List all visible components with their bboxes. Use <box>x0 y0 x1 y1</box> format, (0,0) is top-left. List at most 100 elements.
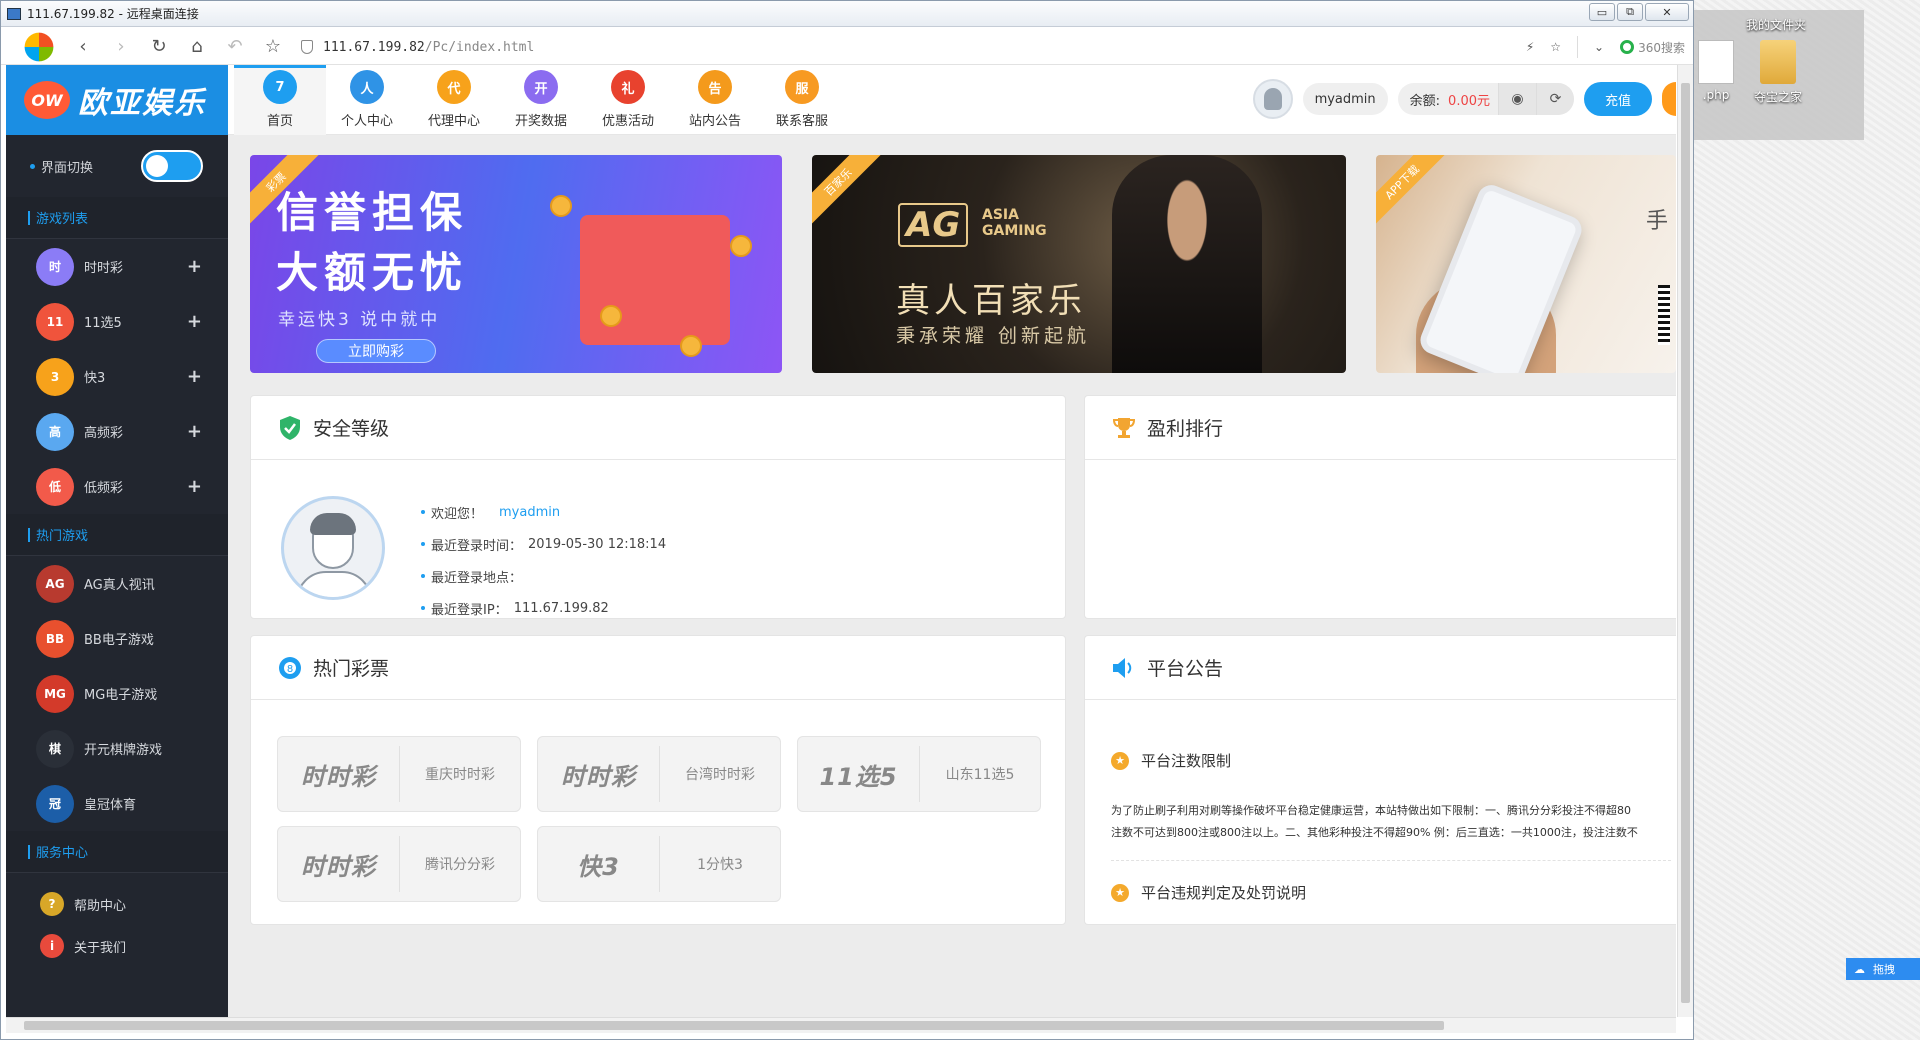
balance-pill: 余额: 0.00元 ◉ ⟳ <box>1397 83 1574 115</box>
sidebar-item[interactable]: 低低频彩 + <box>6 459 228 514</box>
lottery-logo: 快3 <box>538 836 660 892</box>
sidebar-item[interactable]: 棋开元棋牌游戏 <box>6 721 228 776</box>
address-bar[interactable]: 111.67.199.82/Pc/index.html <box>301 29 534 65</box>
sidebar-item-label: AG真人视讯 <box>84 578 155 593</box>
lottery-tile[interactable]: 快3 1分快3 <box>537 826 781 902</box>
sidebar-item[interactable]: 3 快3 + <box>6 349 228 404</box>
search-engine-button[interactable]: 360搜索 <box>1620 39 1685 56</box>
nav-tab[interactable]: 代代理中心 <box>408 65 500 135</box>
nav-tab[interactable]: 服联系客服 <box>756 65 848 135</box>
banner-headline: 信誉担保 <box>276 188 469 237</box>
sidebar-item[interactable]: i 关于我们 <box>6 925 228 967</box>
sidebar-item[interactable]: 冠皇冠体育 <box>6 776 228 831</box>
recharge-button[interactable]: 充值 <box>1584 82 1652 116</box>
game-icon: 棋 <box>36 729 74 768</box>
sidebar-item[interactable]: BB BB电子游戏 <box>6 611 228 666</box>
minimize-button[interactable]: ▭ <box>1589 3 1615 21</box>
sidebar-item[interactable]: MG MG电子游戏 <box>6 666 228 721</box>
balance-value: 0.00元 <box>1448 93 1490 109</box>
buy-lottery-button[interactable]: 立即购彩 <box>316 339 436 363</box>
chevron-down-icon[interactable]: ⌄ <box>1594 40 1604 54</box>
close-button[interactable]: ✕ <box>1645 3 1689 21</box>
expand-plus-icon[interactable]: + <box>187 421 202 442</box>
bookmark-star-icon[interactable]: ☆ <box>1550 40 1561 54</box>
nav-tab-label: 站内公告 <box>688 114 741 129</box>
expand-plus-icon[interactable]: + <box>187 311 202 332</box>
site-logo[interactable]: OW 欧亚娱乐 <box>6 65 228 135</box>
eye-icon[interactable]: ◉ <box>1498 83 1536 115</box>
sidebar-item-label: 皇冠体育 <box>84 798 137 813</box>
panel-header: 平台公告 <box>1085 636 1676 700</box>
avatar[interactable] <box>1252 79 1293 119</box>
banner-app-download[interactable]: 手 APP下载 <box>1376 155 1676 373</box>
last-login-ip-value: 111.67.199.82 <box>513 600 609 616</box>
nav-tab[interactable]: 礼优惠活动 <box>582 65 674 135</box>
folder-icon <box>1760 40 1796 84</box>
expand-plus-icon[interactable]: + <box>187 366 202 387</box>
home-icon[interactable]: ⌂ <box>185 35 209 59</box>
lightning-icon[interactable]: ⚡ <box>1526 40 1534 54</box>
rdp-title-bar[interactable]: 111.67.199.82 - 远程桌面连接 ▭ ⧉ ✕ <box>1 1 1693 27</box>
banner-baccarat[interactable]: AG ASIA GAMING 真人百家乐 秉承荣耀 创新起航 百家乐 <box>812 155 1346 373</box>
baidu-drag-button[interactable]: ☁ 拖拽 <box>1846 958 1920 980</box>
user-avatar-large <box>281 496 385 600</box>
desktop-icon-folder[interactable]: 夺宝之家 <box>1752 40 1804 105</box>
banner-lottery[interactable]: 信誉担保 大额无忧 幸运快3 说中就中 立即购彩 彩票 <box>250 155 782 373</box>
star-icon: ★ <box>1111 883 1129 902</box>
vertical-scrollbar[interactable] <box>1677 65 1693 1017</box>
forward-icon[interactable]: › <box>109 35 133 59</box>
refresh-balance-icon[interactable]: ⟳ <box>1536 83 1574 115</box>
nav-tab[interactable]: 7 首页 <box>234 65 326 135</box>
lottery-tile[interactable]: 11选5 山东11选5 <box>797 736 1041 812</box>
panel-header: 安全等级 <box>251 396 1065 460</box>
star-icon: ★ <box>1111 751 1129 770</box>
lottery-tile[interactable]: 时时彩 重庆时时彩 <box>277 736 521 812</box>
lottery-tile[interactable]: 时时彩 腾讯分分彩 <box>277 826 521 902</box>
game-icon: BB <box>36 619 74 658</box>
interface-switch-toggle[interactable] <box>141 150 204 182</box>
sidebar-item-label: 11选5 <box>84 316 122 331</box>
back-icon[interactable]: ‹ <box>71 35 95 59</box>
sidebar-item[interactable]: 11 11选5 + <box>6 294 228 349</box>
restore-button[interactable]: ⧉ <box>1617 3 1643 21</box>
notice-item-violation[interactable]: ★ 平台违规判定及处罚说明 <box>1111 882 1306 903</box>
section-game-list: 游戏列表 <box>6 197 228 239</box>
360-search-icon <box>1620 40 1635 54</box>
favorite-star-icon[interactable]: ☆ <box>261 35 285 59</box>
nav-tab[interactable]: 人个人中心 <box>321 65 413 135</box>
nav-tab[interactable]: 告站内公告 <box>669 65 761 135</box>
withdraw-button-edge[interactable] <box>1662 82 1676 116</box>
panel-header: 盈利排行 <box>1085 396 1676 460</box>
lottery-tile[interactable]: 时时彩 台湾时时彩 <box>537 736 781 812</box>
panel-header: 8 热门彩票 <box>251 636 1065 700</box>
user-area: myadmin 余额: 0.00元 ◉ ⟳ 充值 <box>1252 79 1676 119</box>
sidebar-item[interactable]: 时时时彩 + <box>6 239 228 294</box>
nav-tab[interactable]: 开开奖数据 <box>495 65 587 135</box>
sidebar-item[interactable]: AG AG真人视讯 <box>6 556 228 611</box>
sidebar-item[interactable]: 高高频彩 + <box>6 404 228 459</box>
expand-plus-icon[interactable]: + <box>187 256 202 277</box>
desktop-icon-php[interactable]: .php <box>1698 40 1734 102</box>
ag-logo-subtitle: ASIA GAMING <box>982 207 1047 239</box>
logo-text: 欧亚娱乐 <box>78 86 206 121</box>
username-pill[interactable]: myadmin <box>1302 83 1388 115</box>
section-bar <box>28 844 30 859</box>
last-login-time-value: 2019-05-30 12:18:14 <box>528 536 667 552</box>
coin-icon <box>550 195 572 217</box>
notice-body-line: 注数不可达到800注或800注以上。二、其他彩种投注不得超90% 例：后三直选：… <box>1111 826 1638 839</box>
undo-close-icon[interactable]: ↶ <box>223 35 247 59</box>
cloud-icon: ☁ <box>1854 962 1865 976</box>
sidebar-item[interactable]: ? 帮助中心 <box>6 883 228 925</box>
scrollbar-thumb[interactable] <box>24 1021 1444 1030</box>
scrollbar-thumb[interactable] <box>1681 83 1690 1003</box>
notice-item-limit[interactable]: ★ 平台注数限制 <box>1111 750 1231 771</box>
horizontal-scrollbar[interactable] <box>6 1017 1676 1033</box>
expand-plus-icon[interactable]: + <box>187 476 202 497</box>
banner-headline: 真人百家乐 <box>896 281 1086 321</box>
nav-tab-icon: 礼 <box>611 70 645 104</box>
coin-icon <box>730 235 752 257</box>
browser-logo-icon[interactable] <box>24 32 54 61</box>
nav-tab-icon: 7 <box>263 70 297 104</box>
refresh-icon[interactable]: ↻ <box>147 35 171 59</box>
nav-tab-icon: 服 <box>785 70 819 104</box>
